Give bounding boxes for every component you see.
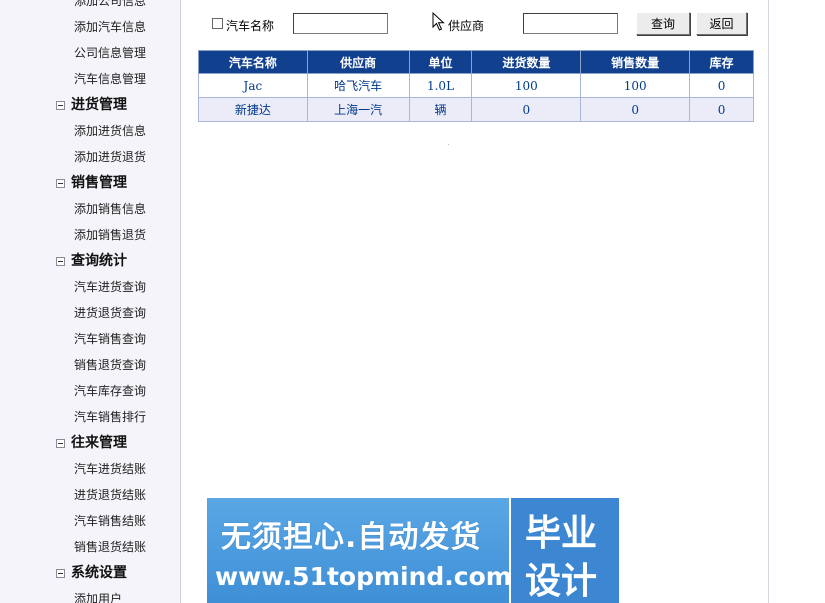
sidebar-item-label[interactable]: 添加用户 bbox=[0, 590, 122, 603]
watermark-url: www.51topmind.com bbox=[215, 562, 512, 591]
sidebar-item[interactable]: 添加用户 bbox=[0, 585, 180, 603]
sidebar-item-label[interactable]: 添加销售信息 bbox=[0, 200, 146, 217]
table-cell: 辆 bbox=[408, 97, 473, 122]
car-name-label: 汽车名称 bbox=[226, 19, 275, 33]
table-cell: 0 bbox=[689, 97, 754, 122]
sidebar-item-label[interactable]: 汽车进货结账 bbox=[0, 460, 146, 477]
mouse-cursor-icon bbox=[432, 12, 445, 31]
sidebar-item[interactable]: 汽车库存查询 bbox=[0, 377, 180, 403]
sidebar: 添加公司信息 添加汽车信息 公司信息管理 汽车信息管理 进货管理 添加进货信息 添加进货退货… bbox=[0, 0, 181, 603]
sidebar-group-label: 往来管理 bbox=[0, 432, 127, 452]
table-cell: 0 bbox=[471, 97, 582, 122]
sidebar-item[interactable]: 汽车销售查询 bbox=[0, 325, 180, 351]
sidebar-item-label[interactable]: 进货退货查询 bbox=[0, 304, 146, 321]
sidebar-item[interactable]: 添加销售退货 bbox=[0, 221, 180, 247]
sidebar-group[interactable]: 查询统计 bbox=[0, 247, 180, 273]
inventory-table: 汽车名称 供应商 单位 进货数量 销售数量 库存 Jac 哈飞汽车 1.0L 100 1… bbox=[198, 50, 754, 122]
col-header-purchase-qty: 进货数量 bbox=[471, 50, 582, 74]
content-right-border bbox=[768, 0, 769, 603]
sidebar-item[interactable]: 进货退货结账 bbox=[0, 481, 180, 507]
sidebar-item-label[interactable]: 进货退货结账 bbox=[0, 486, 146, 503]
sidebar-item[interactable]: 汽车信息管理 bbox=[0, 65, 180, 91]
table-cell: 0 bbox=[689, 73, 754, 98]
sidebar-group[interactable]: 系统设置 bbox=[0, 559, 180, 585]
sidebar-group-text: 进货管理 bbox=[71, 97, 127, 113]
sidebar-group-label: 查询统计 bbox=[0, 250, 127, 270]
table-cell: 100 bbox=[580, 73, 691, 98]
table-row: 新捷达 上海一汽辆 0 0 0 bbox=[198, 97, 754, 122]
query-button[interactable]: 查询 bbox=[636, 12, 690, 35]
sidebar-item[interactable]: 销售退货结账 bbox=[0, 533, 180, 559]
collapse-minus-icon[interactable] bbox=[56, 438, 65, 448]
sidebar-group-text: 销售管理 bbox=[71, 175, 127, 191]
table-cell: 100 bbox=[471, 73, 582, 98]
sidebar-group-text: 往来管理 bbox=[71, 435, 127, 451]
sidebar-item-label[interactable]: 汽车销售结账 bbox=[0, 512, 146, 529]
supplier-input[interactable] bbox=[523, 13, 618, 34]
col-header-unit: 单位 bbox=[408, 50, 473, 74]
sidebar-item-label[interactable]: 添加进货信息 bbox=[0, 122, 146, 139]
table-cell: Jac bbox=[198, 73, 308, 98]
sidebar-item-label[interactable]: 汽车销售排行 bbox=[0, 408, 146, 425]
table-header-row: 汽车名称 供应商 单位 进货数量 销售数量 库存 bbox=[198, 50, 754, 74]
sidebar-item-label[interactable]: 添加进货退货 bbox=[0, 148, 146, 165]
sidebar-group-text: 查询统计 bbox=[71, 253, 127, 269]
table-cell: 0 bbox=[580, 97, 691, 122]
sidebar-item-label[interactable]: 销售退货查询 bbox=[0, 356, 146, 373]
watermark-text-sheji: 设计 bbox=[525, 561, 598, 602]
sidebar-group[interactable]: 销售管理 bbox=[0, 169, 180, 195]
sidebar-group[interactable]: 进货管理 bbox=[0, 91, 180, 117]
app-window: 添加公司信息 添加汽车信息 公司信息管理 汽车信息管理 进货管理 添加进货信息 添加进货退货… bbox=[0, 0, 825, 603]
sidebar-group-text: 系统设置 bbox=[71, 565, 127, 581]
sidebar-item[interactable]: 汽车销售结账 bbox=[0, 507, 180, 533]
sidebar-item[interactable]: 添加进货信息 bbox=[0, 117, 180, 143]
sidebar-item-label[interactable]: 汽车销售查询 bbox=[0, 330, 146, 347]
col-header-stock: 库存 bbox=[689, 50, 754, 74]
supplier-label: 供应商 bbox=[448, 19, 485, 33]
watermark-banner: 无须担心.自动发货 www.51topmind.com 毕业 设计 bbox=[207, 498, 619, 603]
sidebar-group-label: 销售管理 bbox=[0, 172, 127, 192]
sidebar-item[interactable]: 汽车进货结账 bbox=[0, 455, 180, 481]
table-cell: 1.0L bbox=[408, 73, 473, 98]
stray-dot bbox=[448, 144, 449, 145]
sidebar-item-label[interactable]: 汽车信息管理 bbox=[0, 70, 146, 87]
car-name-checkbox[interactable] bbox=[212, 18, 223, 29]
col-header-car-name: 汽车名称 bbox=[198, 50, 308, 74]
collapse-minus-icon[interactable] bbox=[56, 568, 65, 578]
sidebar-item-label[interactable]: 汽车进货查询 bbox=[0, 278, 146, 295]
sidebar-item-label[interactable]: 汽车库存查询 bbox=[0, 382, 146, 399]
table-cell: 新捷达 bbox=[198, 97, 308, 122]
sidebar-group-label: 进货管理 bbox=[0, 94, 127, 114]
sidebar-item[interactable]: 汽车销售排行 bbox=[0, 403, 180, 429]
watermark-slogan: 无须担心.自动发货 bbox=[221, 520, 482, 555]
table-cell: 哈飞汽车 bbox=[306, 73, 410, 98]
watermark-right-panel: 毕业 设计 bbox=[511, 498, 619, 603]
table-body: Jac 哈飞汽车 1.0L 100 100 0 新捷达 上海一汽辆 0 0 0 bbox=[198, 73, 754, 122]
sidebar-item[interactable]: 添加销售信息 bbox=[0, 195, 180, 221]
col-header-supplier: 供应商 bbox=[306, 50, 410, 74]
sidebar-group[interactable]: 往来管理 bbox=[0, 429, 180, 455]
table-row: Jac 哈飞汽车 1.0L 100 100 0 bbox=[198, 73, 754, 98]
watermark-left-panel: 无须担心.自动发货 www.51topmind.com bbox=[207, 498, 512, 603]
col-header-sales-qty: 销售数量 bbox=[580, 50, 691, 74]
sidebar-item-label[interactable]: 销售退货结账 bbox=[0, 538, 146, 555]
sidebar-item[interactable]: 汽车进货查询 bbox=[0, 273, 180, 299]
collapse-minus-icon[interactable] bbox=[56, 256, 65, 266]
back-button[interactable]: 返回 bbox=[696, 12, 747, 35]
sidebar-item[interactable]: 进货退货查询 bbox=[0, 299, 180, 325]
car-name-input[interactable] bbox=[293, 13, 388, 34]
collapse-minus-icon[interactable] bbox=[56, 178, 65, 188]
watermark-text-biye: 毕业 bbox=[525, 513, 598, 554]
sidebar-item-label[interactable]: 公司信息管理 bbox=[0, 44, 146, 61]
sidebar-item-label[interactable]: 添加销售退货 bbox=[0, 226, 146, 243]
sidebar-item[interactable]: 销售退货查询 bbox=[0, 351, 180, 377]
collapse-minus-icon[interactable] bbox=[56, 100, 65, 110]
sidebar-nav-list: 添加公司信息 添加汽车信息 公司信息管理 汽车信息管理 进货管理 添加进货信息 添加进货退货… bbox=[0, 0, 180, 603]
search-bar: 汽车名称 供应商 查询 返回 bbox=[0, 0, 825, 45]
table-cell: 上海一汽 bbox=[306, 97, 410, 122]
sidebar-group-label: 系统设置 bbox=[0, 562, 127, 582]
sidebar-item[interactable]: 添加进货退货 bbox=[0, 143, 180, 169]
